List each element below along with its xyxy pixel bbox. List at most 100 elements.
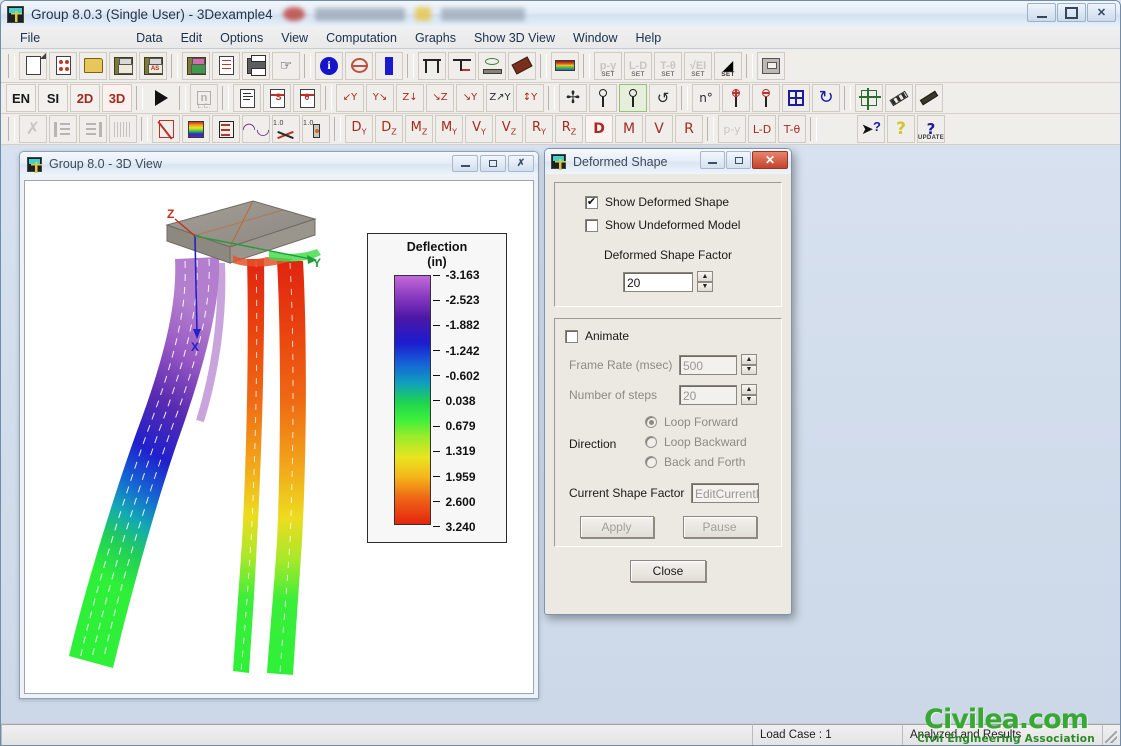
view-2d-button[interactable]: 2D [70,84,100,112]
maximize-button[interactable] [1057,3,1086,22]
view3d-close-button[interactable]: ✗ [508,155,534,172]
py-set-button[interactable]: p-y SET [594,51,622,80]
result-button-vz[interactable]: VZ [495,115,523,143]
minimize-button[interactable] [1027,3,1056,22]
resize-grip[interactable] [1102,724,1120,745]
pile-cap-icon[interactable] [418,51,446,80]
distribution-set-button[interactable]: ◢ SET [714,51,742,80]
stepper-down-icon[interactable]: ▼ [697,281,713,292]
view-rotate-axes-icon[interactable]: ↕Y [516,84,544,112]
check-update-icon[interactable]: ? UPDATE [917,115,945,143]
align-right-icon[interactable] [79,115,107,143]
view-zx-icon[interactable]: Z↓ [396,84,424,112]
frame-rate-stepper[interactable]: ▲ ▼ [741,354,757,375]
direction-option-loop-backward[interactable]: Loop Backward [645,435,771,449]
pile-icon[interactable] [375,51,403,80]
menu-item-options[interactable]: Options [211,29,272,47]
text-output-icon[interactable] [233,84,261,112]
view-zy-icon[interactable]: ↘Y [456,84,484,112]
animate-row[interactable]: Animate [565,329,771,343]
deformed-shape-factor-stepper[interactable]: ▲ ▼ [697,271,713,292]
apply-button[interactable]: Apply [579,516,654,538]
close-button[interactable]: Close [630,560,706,582]
export-icon[interactable]: ☞ [272,51,300,80]
view-xy-icon[interactable]: ↙Y [336,84,364,112]
measure-icon[interactable] [885,84,913,112]
pile-load-icon[interactable]: 1.0 [272,115,300,143]
stepper-up-icon[interactable]: ▲ [697,271,713,282]
close-button[interactable] [1087,3,1116,22]
menu-item-data[interactable]: Data [127,29,171,47]
stepper-down-icon[interactable]: ▼ [741,364,757,375]
print-preview-icon[interactable] [757,51,785,80]
contour-color-icon[interactable] [182,115,210,143]
show-deformed-shape-row[interactable]: Show Deformed Shape [585,195,769,209]
save-as-icon[interactable] [139,51,167,80]
zoom-in-icon[interactable] [722,84,750,112]
stepper-up-icon[interactable]: ▲ [741,384,757,395]
pile-section-icon[interactable] [345,51,373,80]
menu-item-edit[interactable]: Edit [172,29,212,47]
menu-item-help[interactable]: Help [626,29,670,47]
run-analysis-icon[interactable] [147,84,175,112]
clear-selection-icon[interactable]: ✗ [19,115,47,143]
frame-rate-input[interactable]: 500 [679,354,737,375]
show-deformed-shape-checkbox[interactable] [585,195,598,209]
current-shape-factor-input[interactable]: EditCurrentF [691,483,759,503]
loop-forward-radio[interactable] [645,416,657,428]
table-output-icon[interactable] [212,115,240,143]
pause-button[interactable]: Pause [682,516,757,538]
single-pile-icon[interactable]: 1.0 [302,115,330,143]
save-icon[interactable] [109,51,137,80]
open-file-icon[interactable] [79,51,107,80]
view3d-maximize-button[interactable] [480,155,506,172]
units-en-button[interactable]: EN [6,84,36,112]
curve-button-ld[interactable]: L-D [748,115,776,143]
scale-ruler-icon[interactable] [915,84,943,112]
menu-item-window[interactable]: Window [564,29,626,47]
result-button-m[interactable]: M [615,115,643,143]
new-file-icon[interactable] [19,51,47,80]
settings-output-icon[interactable]: θ [293,84,321,112]
zoom-fit-icon[interactable] [782,84,810,112]
menu-item-file[interactable]: File [11,29,49,47]
view-yx-icon[interactable]: Y↘ [366,84,394,112]
load-case-icon[interactable]: n L.C. [190,84,218,112]
context-help-icon[interactable]: ➤ ? [857,115,885,143]
zoom-window-icon[interactable] [589,84,617,112]
result-button-v[interactable]: V [645,115,673,143]
graph-plot-icon[interactable] [152,115,180,143]
menu-item-graphs[interactable]: Graphs [406,29,465,47]
show-undeformed-model-checkbox[interactable] [585,218,598,232]
animate-checkbox[interactable] [565,329,578,343]
view-3d-button[interactable]: 3D [102,84,132,112]
menu-item-computation[interactable]: Computation [317,29,406,47]
align-left-icon[interactable] [49,115,77,143]
save-graphics-icon[interactable] [182,51,210,80]
result-button-vy[interactable]: VY [465,115,493,143]
stepper-down-icon[interactable]: ▼ [741,394,757,405]
loop-backward-radio[interactable] [645,436,657,448]
zoom-selected-icon[interactable] [619,84,647,112]
number-of-steps-stepper[interactable]: ▲ ▼ [741,384,757,405]
pile-batter-icon[interactable] [448,51,476,80]
dialog-maximize-button[interactable] [726,151,751,169]
deformed-shape-factor-input[interactable]: 20 [623,271,693,292]
dialog-close-button[interactable]: ✕ [752,151,788,169]
direction-option-loop-forward[interactable]: Loop Forward [645,415,771,429]
direction-option-back-and-forth[interactable]: Back and Forth [645,455,771,469]
view3d-minimize-button[interactable] [452,155,478,172]
curve-button-py[interactable]: p-y [718,115,746,143]
menu-item-view[interactable]: View [272,29,317,47]
result-button-d[interactable]: D [585,115,613,143]
result-button-mz[interactable]: MZ [405,115,433,143]
stepper-up-icon[interactable]: ▲ [741,354,757,365]
show-undeformed-model-row[interactable]: Show Undeformed Model [585,218,769,232]
new-from-template-icon[interactable] [49,51,77,80]
view-iso-icon[interactable]: Z↗Y [486,84,514,112]
project-info-icon[interactable]: i [315,51,343,80]
soil-profile-icon[interactable] [551,51,579,80]
ld-set-button[interactable]: L-D SET [624,51,652,80]
result-button-my[interactable]: MY [435,115,463,143]
result-button-dy[interactable]: DY [345,115,373,143]
